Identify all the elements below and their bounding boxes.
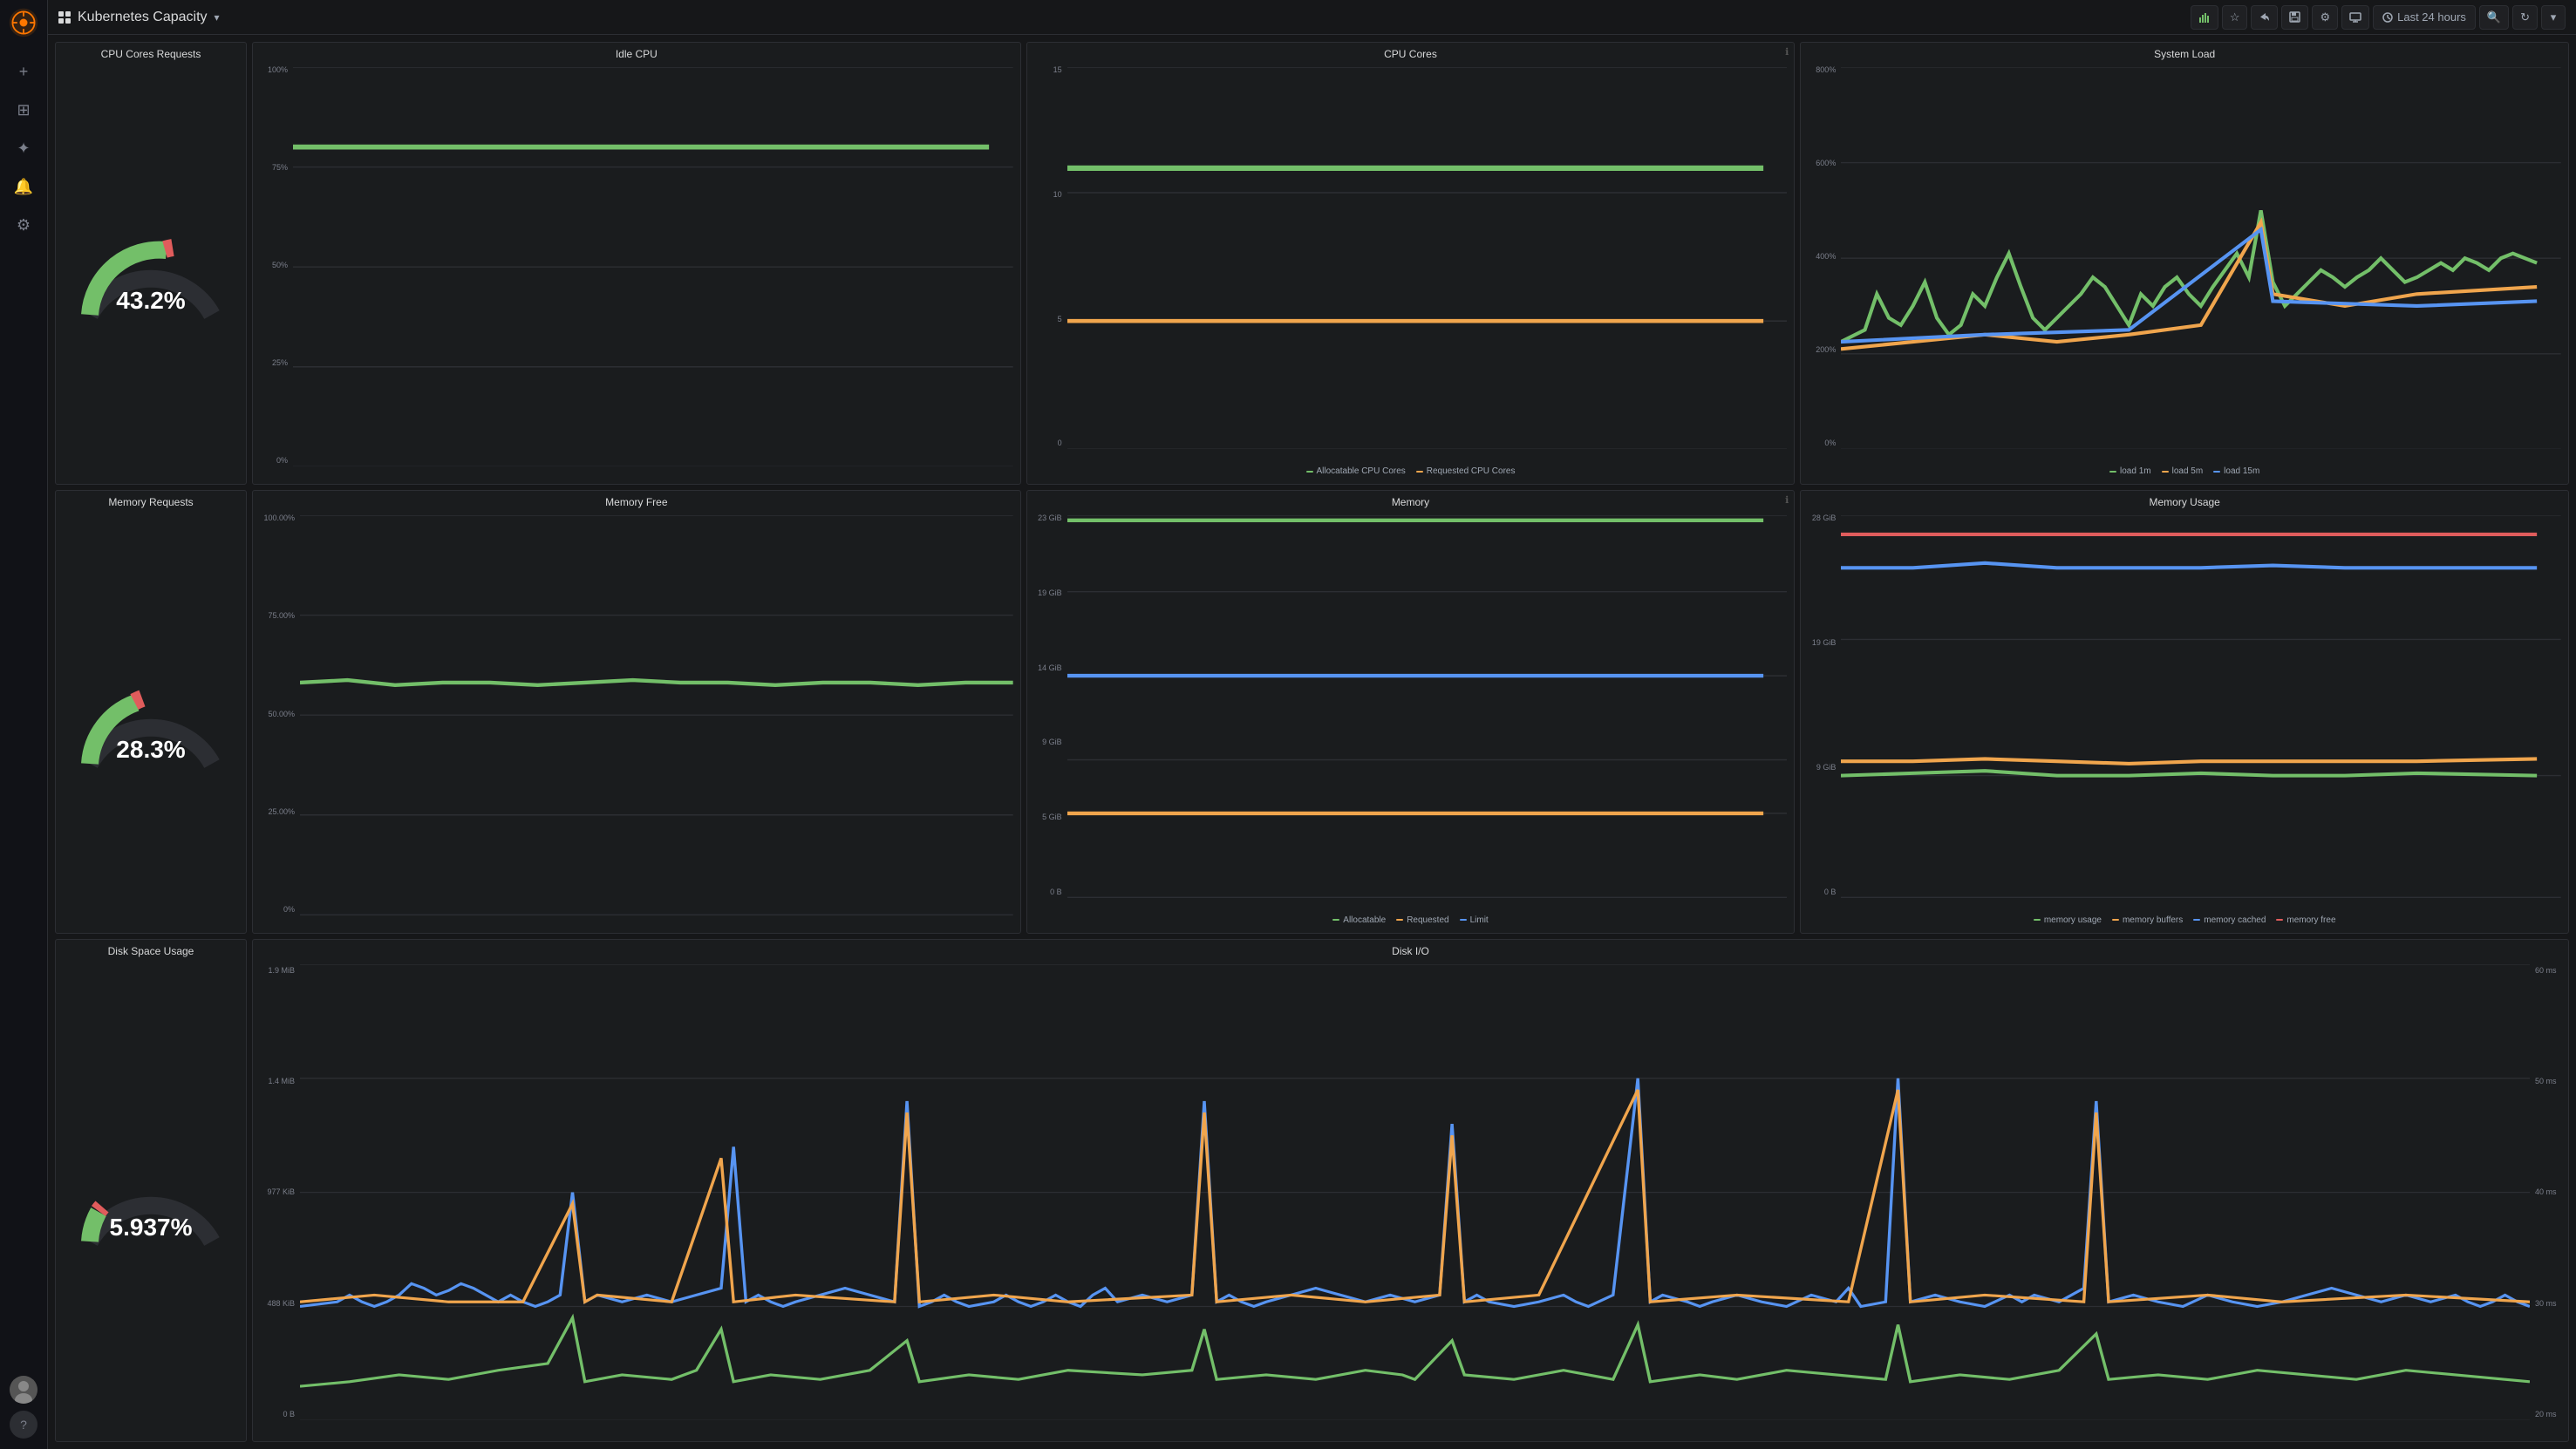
- sidebar-item-add[interactable]: +: [8, 56, 39, 87]
- memory-requests-gauge-container: 28.3%: [56, 512, 246, 927]
- memory-requests-gauge: 28.3%: [72, 677, 229, 764]
- cpu-cores-legend: Allocatable CPU Cores Requested CPU Core…: [1027, 465, 1795, 480]
- memory-free-svg: 00:00 08:00 16:00: [300, 515, 1013, 915]
- dashboard-title: Kubernetes Capacity ▾: [58, 10, 220, 25]
- memory-usage-legend: memory usage memory buffers memory cache…: [1801, 914, 2568, 929]
- disk-io-panel: Disk I/O 1.9 MiB 1.4 MiB 977 KiB 488 KiB…: [252, 939, 2569, 1442]
- disk-space-gauge: 5.937%: [72, 1154, 229, 1242]
- memory-requests-value: 28.3%: [116, 736, 185, 764]
- legend-mem-buffers: memory buffers: [2112, 915, 2183, 925]
- memory-usage-svg: 20:00 00:00 04:00 08:00 12:00 16:00: [1841, 515, 2561, 897]
- idle-cpu-panel: Idle CPU 100% 75% 50% 25% 0%: [252, 42, 1021, 485]
- disk-space-panel: Disk Space Usage 5.937%: [55, 939, 247, 1442]
- legend-load1m: load 1m: [2109, 466, 2151, 476]
- star-button[interactable]: ☆: [2222, 5, 2248, 30]
- cpu-requests-gauge-container: 43.2%: [56, 64, 246, 479]
- refresh-button[interactable]: ↻: [2512, 5, 2538, 30]
- idle-cpu-svg: 00:00 08:00 16:00: [293, 67, 1013, 466]
- memory-requests-title: Memory Requests: [56, 491, 246, 512]
- memory-legend: Allocatable Requested Limit: [1027, 914, 1795, 929]
- cpu-cores-title: CPU Cores: [1027, 43, 1795, 64]
- legend-load5m: load 5m: [2162, 466, 2204, 476]
- save-button[interactable]: [2281, 5, 2308, 30]
- disk-space-gauge-container: 5.937%: [56, 961, 246, 1436]
- legend-load15m: load 15m: [2213, 466, 2259, 476]
- memory-panel: Memory ℹ 23 GiB 19 GiB 14 GiB 9 GiB 5 Gi…: [1026, 490, 1796, 933]
- memory-svg: 00:00 08:00 16:00: [1067, 515, 1788, 897]
- memory-usage-title: Memory Usage: [1801, 491, 2568, 512]
- system-load-svg: 20:00 00:00 04:00 08:00 12:00 16:00: [1841, 67, 2561, 449]
- topbar-actions: ☆ ⚙ Last 24 hours 🔍 ↻ ▾: [2191, 5, 2566, 30]
- legend-requested-cpu: Requested CPU Cores: [1416, 466, 1516, 476]
- cpu-requests-gauge: 43.2%: [72, 228, 229, 315]
- cpu-requests-value: 43.2%: [116, 287, 185, 315]
- cpu-cores-info[interactable]: ℹ: [1785, 46, 1789, 58]
- dashboard-grid: CPU Cores Requests 43.2% Idle CPU: [48, 35, 2576, 1449]
- sidebar-item-compass[interactable]: ✦: [8, 133, 39, 164]
- legend-requested-mem: Requested: [1396, 915, 1448, 925]
- grafana-logo[interactable]: [8, 7, 39, 38]
- sidebar-item-bell[interactable]: 🔔: [8, 171, 39, 202]
- memory-free-title: Memory Free: [253, 491, 1020, 512]
- memory-info[interactable]: ℹ: [1785, 494, 1789, 506]
- help-button[interactable]: ?: [10, 1411, 37, 1439]
- system-load-title: System Load: [1801, 43, 2568, 64]
- legend-limit-mem: Limit: [1460, 915, 1489, 925]
- legend-mem-free: memory free: [2276, 915, 2335, 925]
- idle-cpu-title: Idle CPU: [253, 43, 1020, 64]
- disk-io-title: Disk I/O: [253, 940, 2568, 961]
- legend-allocatable-mem: Allocatable: [1332, 915, 1386, 925]
- system-load-panel: System Load 800% 600% 400% 200% 0%: [1800, 42, 2569, 485]
- disk-space-value: 5.937%: [110, 1214, 193, 1242]
- tv-button[interactable]: [2341, 5, 2369, 30]
- topbar: Kubernetes Capacity ▾ ☆ ⚙ Last 24 hours: [48, 0, 2576, 35]
- sidebar-item-grid[interactable]: ⊞: [8, 94, 39, 126]
- legend-mem-cached: memory cached: [2193, 915, 2266, 925]
- memory-usage-panel: Memory Usage 28 GiB 19 GiB 9 GiB 0 B: [1800, 490, 2569, 933]
- search-button[interactable]: 🔍: [2479, 5, 2509, 30]
- system-load-legend: load 1m load 5m load 15m: [1801, 465, 2568, 480]
- disk-io-svg: 18:00 20:00 22:00 00:00 02:00 04:00 06:0…: [300, 964, 2530, 1420]
- memory-requests-panel: Memory Requests 28.3%: [55, 490, 247, 933]
- cpu-requests-panel: CPU Cores Requests 43.2%: [55, 42, 247, 485]
- legend-mem-usage: memory usage: [2034, 915, 2102, 925]
- main-content: Kubernetes Capacity ▾ ☆ ⚙ Last 24 hours: [48, 0, 2576, 1449]
- sidebar-item-gear[interactable]: ⚙: [8, 209, 39, 241]
- memory-title: Memory: [1027, 491, 1795, 512]
- more-button[interactable]: ▾: [2541, 5, 2566, 30]
- sidebar: + ⊞ ✦ 🔔 ⚙ ?: [0, 0, 48, 1449]
- memory-free-panel: Memory Free 100.00% 75.00% 50.00% 25.00%…: [252, 490, 1021, 933]
- grid-icon: [58, 11, 71, 24]
- cpu-cores-panel: CPU Cores ℹ 15 10 5 0: [1026, 42, 1796, 485]
- settings-button[interactable]: ⚙: [2312, 5, 2338, 30]
- disk-space-title: Disk Space Usage: [56, 940, 246, 961]
- legend-allocatable-cpu: Allocatable CPU Cores: [1306, 466, 1406, 476]
- graph-button[interactable]: [2191, 5, 2218, 30]
- share-button[interactable]: [2251, 5, 2278, 30]
- time-range-button[interactable]: Last 24 hours: [2373, 5, 2476, 30]
- cpu-cores-svg: 00:00 08:00 16:00: [1067, 67, 1788, 449]
- cpu-requests-title: CPU Cores Requests: [56, 43, 246, 64]
- user-avatar[interactable]: [10, 1376, 37, 1404]
